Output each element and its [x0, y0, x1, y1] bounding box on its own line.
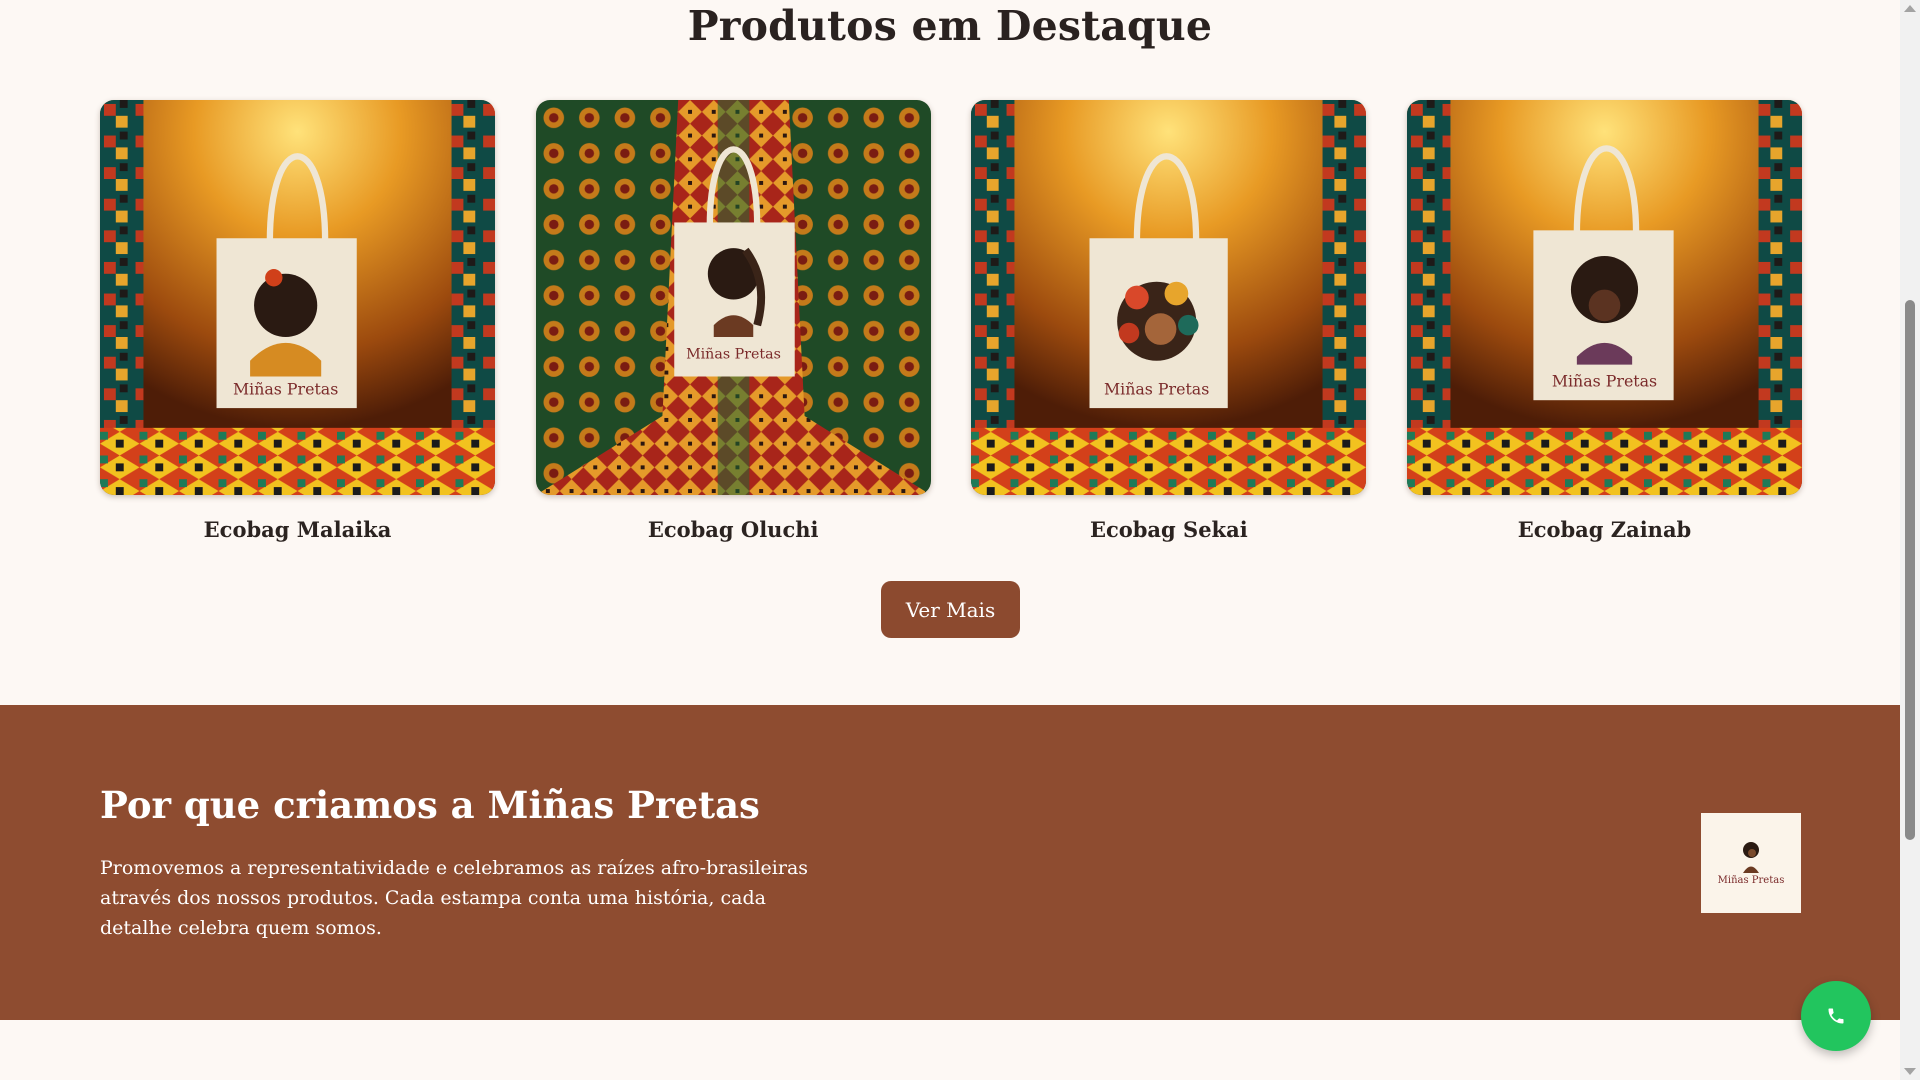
- phone-icon: [1828, 1008, 1844, 1024]
- brand-logo: Miñas Pretas: [1701, 813, 1801, 913]
- scroll-up-arrow-icon[interactable]: [1904, 5, 1916, 12]
- product-image[interactable]: Miñas Pretas: [1406, 100, 1802, 495]
- logo-text: Miñas Pretas: [1717, 875, 1785, 886]
- product-name[interactable]: Ecobag Malaika: [204, 517, 392, 542]
- product-name[interactable]: Ecobag Oluchi: [648, 517, 819, 542]
- product-card-oluchi[interactable]: Miñas Pretas Ecobag Oluchi: [535, 100, 931, 542]
- woman-portrait-icon: [1743, 842, 1759, 873]
- bag-brand-text: Miñas Pretas: [1552, 371, 1657, 390]
- product-card-zainab[interactable]: Miñas Pretas Ecobag Zainab: [1406, 100, 1802, 542]
- bag-brand-text: Miñas Pretas: [233, 379, 338, 398]
- featured-title: Produtos em Destaque: [687, 2, 1213, 50]
- scroll-down-arrow-icon[interactable]: [1904, 1068, 1916, 1075]
- scroll-thumb[interactable]: [1905, 300, 1915, 840]
- product-name[interactable]: Ecobag Zainab: [1518, 517, 1692, 542]
- product-image[interactable]: Miñas Pretas: [971, 100, 1367, 495]
- page: Produtos em Destaque Miñas Pretas Ecobag…: [0, 0, 1900, 1080]
- product-card-sekai[interactable]: Miñas Pretas Ecobag Sekai: [971, 100, 1367, 542]
- bag-brand-text: Miñas Pretas: [1104, 379, 1209, 398]
- product-name[interactable]: Ecobag Sekai: [1090, 517, 1248, 542]
- see-more-button[interactable]: Ver Mais: [881, 581, 1020, 638]
- bag-brand-text: Miñas Pretas: [686, 347, 781, 363]
- product-image[interactable]: Miñas Pretas: [535, 100, 931, 495]
- whatsapp-button[interactable]: [1801, 981, 1871, 1051]
- product-card-malaika[interactable]: Miñas Pretas Ecobag Malaika: [100, 100, 495, 542]
- product-image[interactable]: Miñas Pretas: [100, 100, 495, 495]
- about-title: Por que criamos a Miñas Pretas: [100, 783, 760, 827]
- about-text: Promovemos a representatividade e celebr…: [100, 857, 809, 939]
- product-grid: Miñas Pretas Ecobag Malaika Miñas Pretas…: [100, 100, 1802, 542]
- vertical-scrollbar[interactable]: [1900, 0, 1920, 1080]
- about-section: Por que criamos a Miñas Pretas Promovemo…: [0, 705, 1900, 1020]
